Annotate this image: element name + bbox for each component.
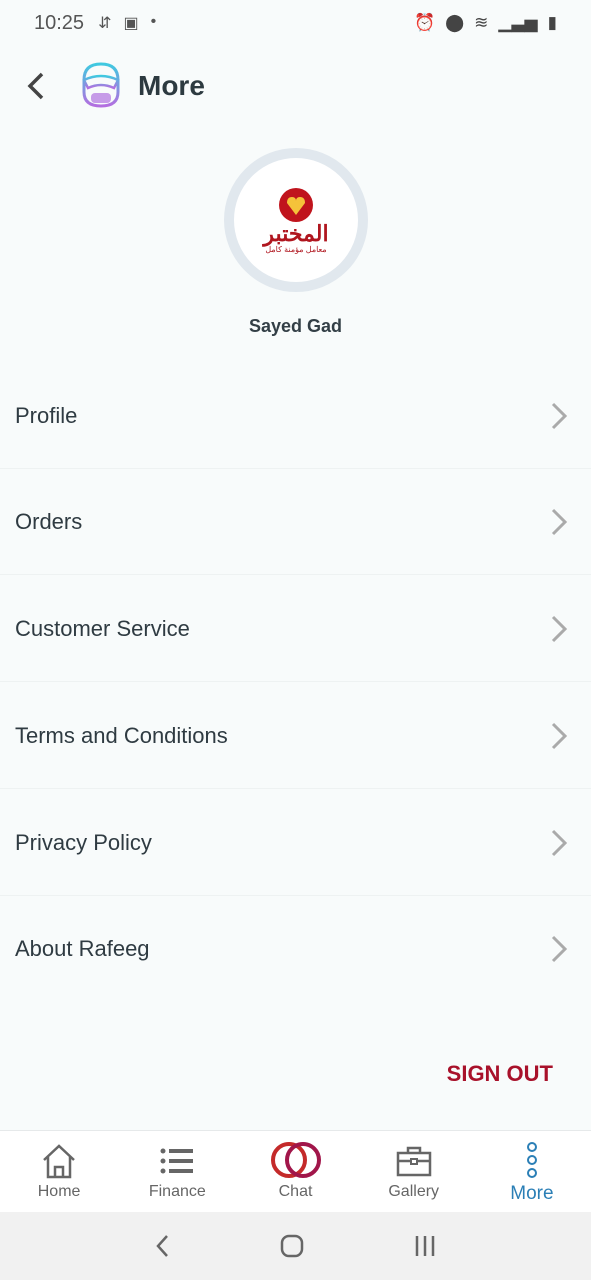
menu-item-label: Terms and Conditions — [15, 722, 228, 748]
notification-icons: ⇵ ▣ • — [98, 13, 156, 33]
chevron-right-icon — [551, 722, 568, 750]
menu-item-label: About Rafeeg — [15, 936, 150, 961]
signal-icon: ▁▃▅ — [498, 13, 538, 32]
alarm-icon: ⏰ — [413, 13, 436, 32]
sign-out-button[interactable]: SIGN OUT — [447, 1061, 553, 1087]
menu-item-label: Privacy Policy — [15, 829, 152, 855]
system-nav-bar — [0, 1212, 591, 1280]
brand-logo-text: المختبر — [263, 220, 329, 246]
menu-item-orders[interactable]: Orders — [0, 469, 591, 575]
tab-more[interactable]: More — [473, 1131, 591, 1212]
home-icon — [43, 1144, 75, 1179]
system-icons: ⏰ ⬤ ≋ ▁▃▅ ▮ — [414, 13, 557, 33]
tab-home[interactable]: Home — [0, 1131, 118, 1212]
dot-icon: • — [150, 13, 157, 30]
menu-item-about[interactable]: About Rafeeg — [0, 896, 591, 1002]
bottom-tab-bar: Home Finance Chat Gallery More — [0, 1130, 591, 1212]
tab-gallery[interactable]: Gallery — [355, 1131, 473, 1212]
location-icon: ⬤ — [445, 13, 465, 32]
chevron-right-icon — [551, 829, 568, 857]
tab-label: Home — [37, 1183, 81, 1200]
tab-chat[interactable]: Chat — [236, 1131, 354, 1212]
page-title: More — [138, 70, 205, 101]
system-back-icon[interactable] — [153, 1231, 173, 1261]
chevron-right-icon — [551, 402, 568, 430]
image-icon: ▣ — [123, 15, 139, 32]
back-icon[interactable] — [22, 68, 50, 104]
menu-item-terms[interactable]: Terms and Conditions — [0, 683, 591, 789]
tab-label: Finance — [148, 1183, 206, 1200]
status-time: 10:25 — [34, 11, 85, 34]
tab-finance[interactable]: Finance — [118, 1131, 236, 1212]
chevron-right-icon — [551, 935, 568, 963]
status-bar: 10:25 ⇵ ▣ • ⏰ ⬤ ≋ ▁▃▅ ▮ — [0, 0, 591, 46]
menu-item-label: Customer Service — [15, 615, 190, 641]
more-icon — [526, 1142, 537, 1178]
user-name: Sayed Gad — [248, 316, 343, 336]
briefcase-icon — [396, 1146, 431, 1177]
menu-item-customer-service[interactable]: Customer Service — [0, 576, 591, 682]
sync-icon: ⇵ — [98, 15, 112, 32]
system-home-icon[interactable] — [279, 1233, 305, 1259]
brand-heart-icon — [279, 187, 313, 222]
app-logo-icon — [82, 62, 120, 108]
chat-icon — [270, 1142, 321, 1178]
tab-label: Chat — [278, 1183, 313, 1200]
wifi-icon: ≋ — [474, 13, 489, 32]
header: More — [0, 50, 591, 122]
chevron-right-icon — [551, 615, 568, 643]
list-icon — [160, 1148, 194, 1174]
tab-label: More — [510, 1183, 554, 1204]
chevron-right-icon — [551, 508, 568, 536]
menu-item-profile[interactable]: Profile — [0, 363, 591, 469]
menu-item-label: Orders — [15, 508, 83, 534]
tab-label: Gallery — [388, 1183, 440, 1200]
system-recents-icon[interactable] — [412, 1233, 438, 1259]
battery-icon: ▮ — [547, 13, 557, 32]
brand-logo-subtext: معامل مؤمنة كامل — [265, 244, 327, 254]
menu-item-label: Profile — [15, 402, 78, 428]
menu-item-privacy[interactable]: Privacy Policy — [0, 790, 591, 896]
avatar[interactable]: المختبر معامل مؤمنة كامل — [224, 148, 368, 292]
